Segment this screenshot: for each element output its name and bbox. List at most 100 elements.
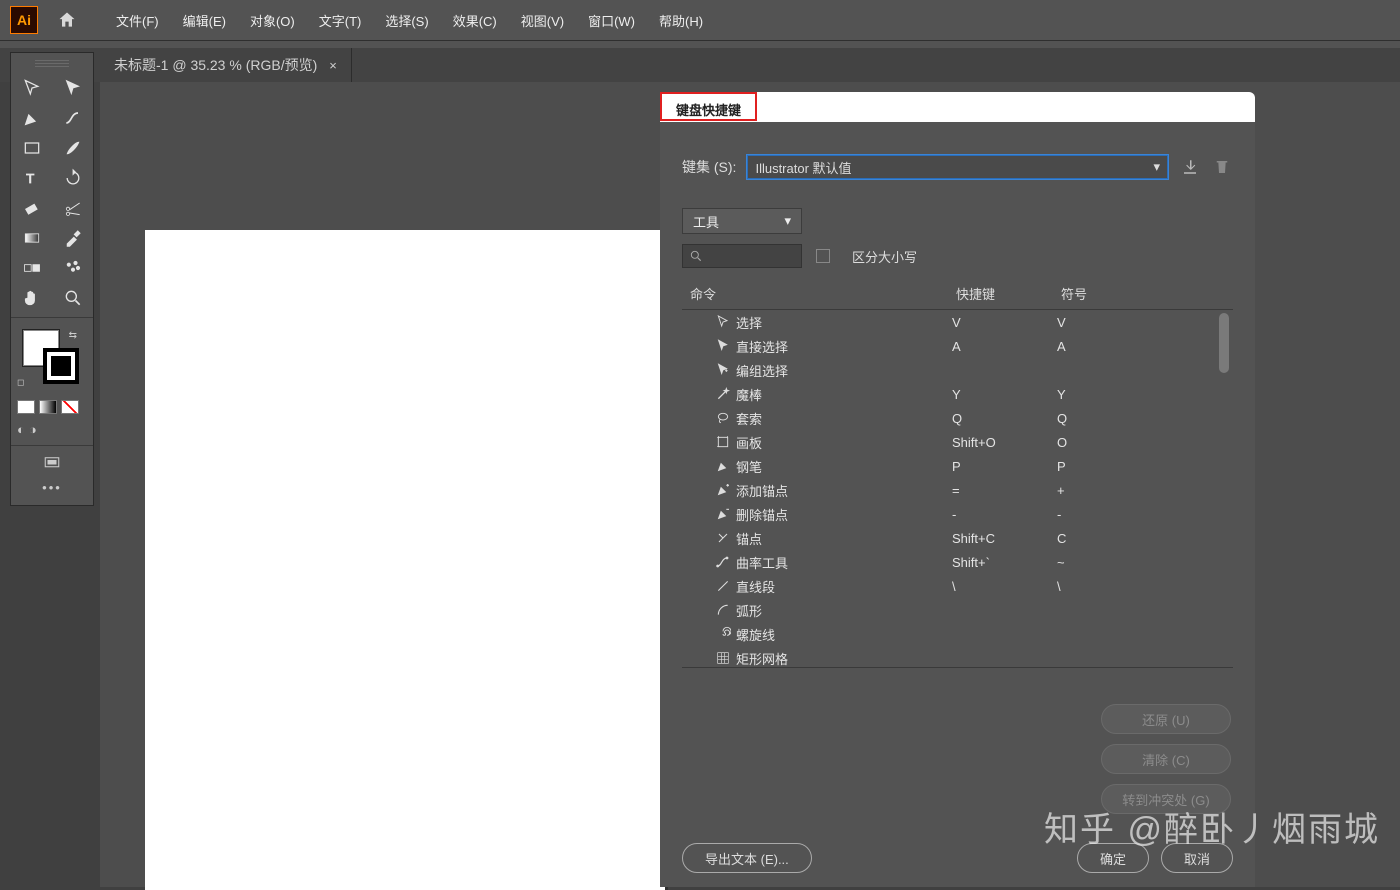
list-item[interactable]: 套索QQ — [682, 406, 1233, 430]
list-item[interactable]: 选择VV — [682, 310, 1233, 334]
search-input[interactable] — [682, 244, 802, 268]
list-item[interactable]: 矩形网格 — [682, 646, 1233, 668]
lasso-icon — [710, 410, 736, 426]
clear-button[interactable]: 清除 (C) — [1101, 744, 1231, 774]
command-name: 曲率工具 — [736, 553, 952, 572]
filter-dropdown[interactable]: 工具 ▾ — [682, 208, 802, 234]
list-item[interactable]: 魔棒YY — [682, 382, 1233, 406]
shortcut-value: \ — [952, 579, 1057, 594]
wand-icon — [710, 386, 736, 402]
menu-file[interactable]: 文件(F) — [108, 1, 167, 40]
shortcut-value: Shift+` — [952, 555, 1057, 570]
list-item[interactable]: 螺旋线 — [682, 622, 1233, 646]
toolbox-grip[interactable] — [35, 59, 69, 67]
shortcut-value: Shift+O — [952, 435, 1057, 450]
tool-curvature[interactable] — [52, 103, 93, 133]
document-tab-title: 未标题-1 @ 35.23 % (RGB/预览) — [114, 55, 317, 75]
menu-window[interactable]: 窗口(W) — [580, 1, 643, 40]
symbol-value: - — [1057, 507, 1233, 522]
tool-zoom[interactable] — [52, 283, 93, 313]
tool-blend[interactable] — [11, 253, 52, 283]
color-mode-solid[interactable] — [17, 400, 35, 414]
command-name: 画板 — [736, 433, 952, 452]
color-mode-none[interactable] — [61, 400, 79, 414]
tool-symbol-spray[interactable] — [52, 253, 93, 283]
stroke-color[interactable] — [43, 348, 79, 384]
menu-type[interactable]: 文字(T) — [311, 1, 370, 40]
goto-conflict-button[interactable]: 转到冲突处 (G) — [1101, 784, 1231, 814]
draw-normal-icon[interactable]: ◐ — [17, 422, 25, 437]
command-list[interactable]: 选择VV直接选择AA编组选择魔棒YY套索QQ画板Shift+OO钢笔PP添加锚点… — [682, 310, 1233, 668]
list-item[interactable]: 编组选择 — [682, 358, 1233, 382]
cancel-button[interactable]: 取消 — [1161, 843, 1233, 873]
symbol-value: Q — [1057, 411, 1233, 426]
curvature-icon — [710, 554, 736, 570]
tool-scissors[interactable] — [52, 193, 93, 223]
group-sel-icon — [710, 362, 736, 378]
default-fill-stroke-icon[interactable]: ◻ — [17, 377, 24, 388]
tool-pen[interactable] — [11, 103, 52, 133]
command-name: 直接选择 — [736, 337, 952, 356]
tool-selection[interactable] — [11, 73, 52, 103]
list-item[interactable]: 弧形 — [682, 598, 1233, 622]
symbol-value: + — [1057, 483, 1233, 498]
menu-effect[interactable]: 效果(C) — [445, 1, 505, 40]
header-command: 命令 — [686, 284, 956, 303]
fill-stroke-swatch[interactable]: ⇆ ◻ — [11, 322, 93, 396]
menubar: Ai 文件(F) 编辑(E) 对象(O) 文字(T) 选择(S) 效果(C) 视… — [0, 0, 1400, 40]
ok-button[interactable]: 确定 — [1077, 843, 1149, 873]
shortcut-value: - — [952, 507, 1057, 522]
list-header: 命令 快捷键 符号 — [682, 278, 1233, 310]
menu-help[interactable]: 帮助(H) — [651, 1, 711, 40]
keyset-dropdown[interactable]: Illustrator 默认值 ▾ — [746, 154, 1169, 180]
del-anchor-icon — [710, 506, 736, 522]
tool-eraser[interactable] — [11, 193, 52, 223]
tool-rotate[interactable] — [52, 163, 93, 193]
list-item[interactable]: 锚点Shift+CC — [682, 526, 1233, 550]
shortcut-value: Q — [952, 411, 1057, 426]
dialog-tab-strip: 键盘快捷键 — [660, 92, 1255, 122]
close-icon[interactable]: × — [329, 58, 337, 73]
export-text-button[interactable]: 导出文本 (E)... — [682, 843, 812, 873]
color-mode-gradient[interactable] — [39, 400, 57, 414]
home-button[interactable] — [54, 7, 80, 33]
anchor-icon — [710, 530, 736, 546]
swap-fill-stroke-icon[interactable]: ⇆ — [69, 330, 77, 341]
document-tab[interactable]: 未标题-1 @ 35.23 % (RGB/预览) × — [100, 48, 352, 82]
list-item[interactable]: 钢笔PP — [682, 454, 1233, 478]
screen-mode-button[interactable] — [11, 450, 93, 474]
tool-eyedropper[interactable] — [52, 223, 93, 253]
svg-text:T: T — [26, 171, 34, 186]
symbol-value: ~ — [1057, 555, 1233, 570]
tool-rectangle[interactable] — [11, 133, 52, 163]
tool-hand[interactable] — [11, 283, 52, 313]
list-item[interactable]: 直线段\\ — [682, 574, 1233, 598]
list-item[interactable]: 画板Shift+OO — [682, 430, 1233, 454]
tool-brush[interactable] — [52, 133, 93, 163]
delete-keyset-icon[interactable] — [1211, 156, 1233, 178]
add-anchor-icon — [710, 482, 736, 498]
draw-mode-row: ◐ ◑ — [11, 418, 93, 441]
artboard — [145, 230, 665, 890]
save-keyset-icon[interactable] — [1179, 156, 1201, 178]
menu-view[interactable]: 视图(V) — [513, 1, 572, 40]
menu-select[interactable]: 选择(S) — [377, 1, 436, 40]
list-item[interactable]: 删除锚点-- — [682, 502, 1233, 526]
list-item[interactable]: 曲率工具Shift+`~ — [682, 550, 1233, 574]
menu-edit[interactable]: 编辑(E) — [175, 1, 234, 40]
scrollbar[interactable] — [1219, 313, 1229, 664]
scrollbar-thumb[interactable] — [1219, 313, 1229, 373]
symbol-value: P — [1057, 459, 1233, 474]
shortcut-value: A — [952, 339, 1057, 354]
list-item[interactable]: 直接选择AA — [682, 334, 1233, 358]
list-item[interactable]: 添加锚点=+ — [682, 478, 1233, 502]
tool-gradient[interactable] — [11, 223, 52, 253]
undo-button[interactable]: 还原 (U) — [1101, 704, 1231, 734]
command-name: 魔棒 — [736, 385, 952, 404]
toolbox-more-icon[interactable]: ••• — [11, 474, 93, 501]
case-sensitive-checkbox[interactable] — [816, 249, 830, 263]
tool-direct-select[interactable] — [52, 73, 93, 103]
menu-object[interactable]: 对象(O) — [242, 1, 303, 40]
draw-behind-icon[interactable]: ◑ — [29, 422, 37, 437]
tool-type[interactable]: T — [11, 163, 52, 193]
